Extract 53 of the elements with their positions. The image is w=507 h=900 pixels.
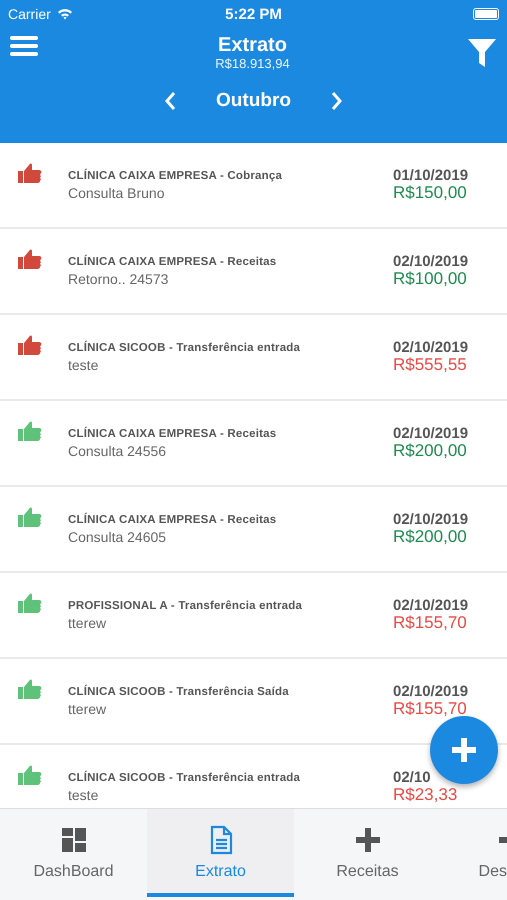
filter-icon[interactable] [466, 38, 497, 68]
tab-bar-item[interactable]: Des [441, 809, 507, 897]
transaction-title: CLÍNICA CAIXA EMPRESA - Receitas [68, 256, 278, 268]
carrier-label: Carrier [8, 6, 51, 22]
transaction-date: 02/10/2019 [393, 683, 470, 700]
transaction-row[interactable]: PROFISSIONAL A - Transferência entrada tterew 02/10/2019 R$155,70 [0, 573, 507, 659]
transaction-date: 02/10/2019 [393, 339, 470, 356]
wifi-icon [56, 8, 73, 20]
balance-amount: R$18.913,94 [215, 56, 290, 71]
minus-icon [499, 837, 507, 843]
transaction-amount: R$150,00 [393, 184, 468, 202]
transaction-row[interactable]: CLÍNICA SICOOB - Transferência entrada teste 02/10/2019 R$555,55 [0, 315, 507, 401]
transaction-title: CLÍNICA CAIXA EMPRESA - Receitas [68, 514, 278, 526]
transaction-description: Consulta 24605 [68, 529, 168, 545]
transaction-description: Retorno.. 24573 [68, 271, 170, 287]
transaction-title: CLÍNICA CAIXA EMPRESA - Cobrança [68, 170, 284, 182]
transaction-title: CLÍNICA SICOOB - Transferência Saída [68, 686, 290, 698]
transaction-amount: R$200,00 [393, 442, 468, 460]
clock-time: 5:22 PM [224, 6, 283, 22]
transaction-amount: R$555,55 [393, 356, 468, 374]
transaction-amount: R$155,70 [393, 614, 468, 632]
plus-icon [451, 737, 477, 763]
month-label: Outubro [216, 90, 291, 112]
transaction-date: 01/10/2019 [393, 167, 470, 184]
transaction-amount: R$155,70 [393, 700, 468, 718]
transaction-description: teste [68, 357, 100, 373]
transaction-date: 02/10/2019 [393, 425, 470, 442]
transaction-description: tterew [68, 701, 108, 717]
transaction-date: 02/10/2019 [393, 597, 470, 614]
transaction-description: tterew [68, 615, 108, 631]
screen-title: Extrato [218, 34, 287, 56]
transaction-date: 02/10 [393, 769, 432, 786]
transaction-title: CLÍNICA SICOOB - Transferência entrada [68, 772, 302, 784]
tab-bar-item[interactable]: Receitas [294, 809, 441, 897]
transaction-title: PROFISSIONAL A - Transferência entrada [68, 600, 304, 612]
transaction-amount: R$100,00 [393, 270, 468, 288]
transaction-description: Consulta Bruno [68, 185, 166, 201]
menu-icon[interactable] [10, 34, 38, 58]
transaction-amount: R$23,33 [393, 786, 458, 804]
transaction-row[interactable]: CLÍNICA CAIXA EMPRESA - Receitas Retorno.. 24573 02/10/2019 R$100,00 [0, 229, 507, 315]
transaction-title: CLÍNICA CAIXA EMPRESA - Receitas [68, 428, 278, 440]
transaction-row[interactable]: CLÍNICA CAIXA EMPRESA - Cobrança Consulta Bruno 01/10/2019 R$150,00 [0, 143, 507, 229]
transaction-date: 02/10/2019 [393, 511, 470, 528]
transaction-row[interactable]: CLÍNICA CAIXA EMPRESA - Receitas Consulta 24556 02/10/2019 R$200,00 [0, 401, 507, 487]
transaction-date: 02/10/2019 [393, 253, 470, 270]
transaction-title: CLÍNICA SICOOB - Transferência entrada [68, 342, 302, 354]
add-button[interactable] [430, 716, 498, 784]
transaction-amount: R$200,00 [393, 528, 468, 546]
battery-icon [473, 8, 499, 20]
transaction-row[interactable]: CLÍNICA CAIXA EMPRESA - Receitas Consulta 24605 02/10/2019 R$200,00 [0, 487, 507, 573]
transaction-description: teste [68, 787, 100, 803]
transaction-description: Consulta 24556 [68, 443, 168, 459]
tab-bar-item[interactable]: DashBoard [0, 809, 147, 897]
